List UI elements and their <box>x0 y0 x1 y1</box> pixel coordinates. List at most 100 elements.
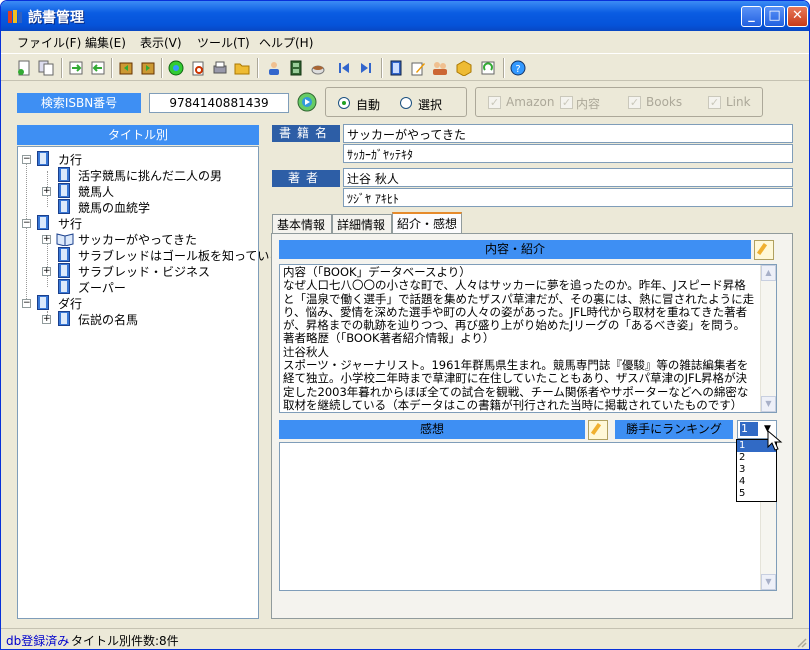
menu-help[interactable]: ヘルプ(H) <box>259 34 313 51</box>
new-icon[interactable] <box>15 59 33 77</box>
books-label: Books <box>646 95 683 109</box>
expand-icon[interactable]: + <box>42 187 51 196</box>
content-textarea[interactable]: 内容（「BOOK」データベースより） なぜ人口七八〇〇の小さな町で、人々はサッカ… <box>279 264 777 413</box>
content-label: 内容 <box>576 97 601 111</box>
book-icon <box>58 247 70 262</box>
isbn-input[interactable] <box>149 93 289 113</box>
books-checkbox[interactable]: ✓ <box>628 96 641 109</box>
link-label: Link <box>726 95 751 109</box>
print-icon[interactable] <box>211 59 229 77</box>
collapse-icon[interactable]: − <box>22 299 31 308</box>
tree-item-label: サラブレッドはゴール板を知っているか <box>78 249 294 263</box>
book-icon <box>58 183 70 198</box>
db-status: db登録済み <box>6 634 70 648</box>
web-icon[interactable] <box>167 59 185 77</box>
book-icon <box>58 263 70 278</box>
last-icon[interactable] <box>357 59 375 77</box>
first-icon[interactable] <box>335 59 353 77</box>
ranking-option[interactable]: 4 <box>737 476 776 488</box>
impression-header: 感想 <box>279 420 585 439</box>
tree-item-label: 活字競馬に挑んだ二人の男 <box>78 169 223 183</box>
next-icon[interactable] <box>139 59 157 77</box>
import-icon[interactable] <box>67 59 85 77</box>
expand-icon[interactable]: + <box>42 315 51 324</box>
maximize-button[interactable]: □ <box>764 6 785 27</box>
title-field[interactable]: サッカーがやってきた <box>343 124 793 143</box>
title-bar[interactable]: 読書管理 _ □ ✕ <box>1 1 809 31</box>
isbn-label: 検索ISBN番号 <box>17 93 141 113</box>
tree-item-label: ズーパー <box>78 281 126 295</box>
author-kana-field[interactable]: ﾂｼﾞﾔ ｱｷﾋﾄ <box>343 188 793 207</box>
menu-tools[interactable]: ツール(T) <box>197 34 250 51</box>
select-radio[interactable] <box>400 97 412 109</box>
expand-icon[interactable]: + <box>42 235 51 244</box>
prev-icon[interactable] <box>117 59 135 77</box>
close-button[interactable]: ✕ <box>787 6 808 27</box>
menu-edit[interactable]: 編集(E) <box>85 34 126 51</box>
cup-icon[interactable] <box>309 59 327 77</box>
book-icon[interactable] <box>387 59 405 77</box>
book-icon <box>58 279 70 294</box>
search-web-button[interactable] <box>296 91 318 113</box>
toolbar-separator <box>111 58 113 78</box>
package-icon[interactable] <box>455 59 473 77</box>
source-group: ✓ Amazon ✓ 内容 ✓ Books ✓ Link <box>475 87 763 117</box>
mode-group: 自動 選択 <box>325 87 467 117</box>
copy-icon[interactable] <box>37 59 55 77</box>
collapse-icon[interactable]: − <box>22 219 31 228</box>
ranking-label: 勝手にランキング <box>615 420 733 439</box>
content-checkbox[interactable]: ✓ <box>560 96 573 109</box>
content-header: 内容・紹介 <box>279 240 751 259</box>
users-icon[interactable] <box>431 59 449 77</box>
menu-view[interactable]: 表示(V) <box>140 34 182 51</box>
title-kana-field[interactable]: ｻｯｶｰｶﾞﾔｯﾃｷﾀ <box>343 144 793 163</box>
tree-line <box>47 239 48 287</box>
window-title: 読書管理 <box>28 10 84 26</box>
search-icon[interactable] <box>189 59 207 77</box>
author-field[interactable]: 辻谷 秋人 <box>343 168 793 187</box>
film-icon[interactable] <box>287 59 305 77</box>
export-icon[interactable] <box>89 59 107 77</box>
ranking-option[interactable]: 5 <box>737 488 776 500</box>
link-checkbox[interactable]: ✓ <box>708 96 721 109</box>
tab-review[interactable]: 紹介・感想 <box>392 212 462 234</box>
tree-group-label: サ行 <box>58 217 83 231</box>
open-book-icon <box>56 233 74 246</box>
folder-icon[interactable] <box>233 59 251 77</box>
user-icon[interactable] <box>265 59 283 77</box>
expand-icon[interactable]: + <box>42 267 51 276</box>
ranking-option[interactable]: 3 <box>737 464 776 476</box>
svg-text:?: ? <box>515 64 520 75</box>
impression-textarea[interactable] <box>279 442 777 591</box>
help-icon[interactable]: ? <box>509 59 527 77</box>
menu-file[interactable]: ファイル(F) <box>17 34 81 51</box>
minimize-button[interactable]: _ <box>741 6 762 27</box>
amazon-checkbox[interactable]: ✓ <box>488 96 501 109</box>
edit-content-icon[interactable] <box>754 240 774 260</box>
book-icon <box>37 215 49 230</box>
scroll-down-icon[interactable]: ▼ <box>761 396 776 412</box>
resize-grip-icon[interactable] <box>795 636 807 648</box>
edit-impression-icon[interactable] <box>588 420 608 440</box>
tab-detail[interactable]: 詳細情報 <box>332 214 392 233</box>
toolbar-separator <box>61 58 63 78</box>
collapse-icon[interactable]: − <box>22 155 31 164</box>
edit-icon[interactable] <box>409 59 427 77</box>
ranking-option[interactable]: 2 <box>737 452 776 464</box>
toolbar-separator <box>161 58 163 78</box>
scroll-up-icon[interactable]: ▲ <box>761 265 776 281</box>
tree-group-label: カ行 <box>58 153 83 167</box>
tree-group-label: ダ行 <box>58 297 83 311</box>
content-scrollbar[interactable]: ▲ ▼ <box>760 265 776 412</box>
toolbar-separator <box>381 58 383 78</box>
book-icon <box>58 311 70 326</box>
scroll-down-icon[interactable]: ▼ <box>761 574 776 590</box>
auto-radio-label: 自動 <box>356 98 381 112</box>
refresh-icon[interactable] <box>479 59 497 77</box>
tab-basic[interactable]: 基本情報 <box>272 214 332 233</box>
main-window: 読書管理 _ □ ✕ ファイル(F) 編集(E) 表示(V) ツール(T) ヘル… <box>0 0 810 650</box>
title-tree[interactable]: − カ行 活字競馬に挑んだ二人の男 + 競馬人 競馬の血統学 − サ行 + サッ… <box>17 146 293 619</box>
ranking-value: 1 <box>740 422 758 436</box>
auto-radio[interactable] <box>338 97 350 109</box>
status-bar: db登録済み タイトル別件数:8件 <box>1 628 809 649</box>
